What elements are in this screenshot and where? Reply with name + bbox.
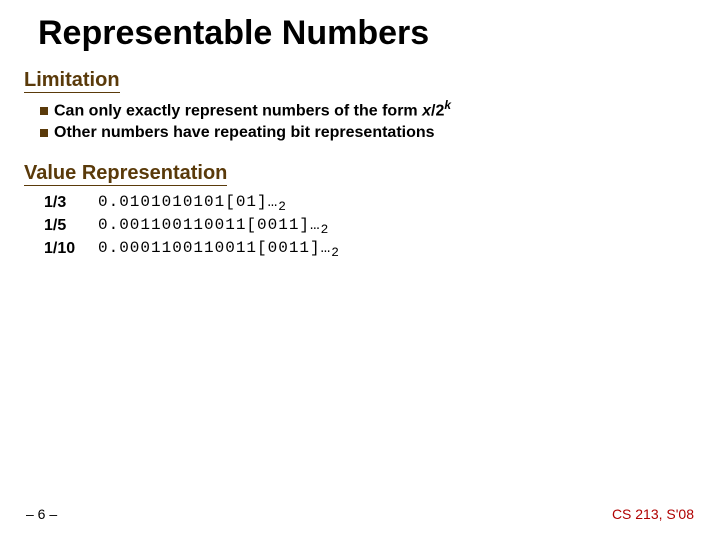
slide-title: Representable Numbers xyxy=(38,14,696,53)
bullet-text-part: Can only exactly represent numbers of th… xyxy=(54,102,422,119)
bullet-item: Other numbers have repeating bit represe… xyxy=(40,122,696,144)
rep-text: 0.0001100110011[0011]… xyxy=(98,239,331,257)
section-limitation: Limitation Can only exactly represent nu… xyxy=(24,63,696,144)
value-cell: 1/5 xyxy=(44,215,84,238)
table-row: 1/3 0.0101010101[01]…2 xyxy=(44,192,696,215)
bullet-exponent: k xyxy=(444,98,451,112)
bullet-icon xyxy=(40,107,48,115)
limitation-bullets: Can only exactly represent numbers of th… xyxy=(40,97,696,144)
rep-sub: 2 xyxy=(331,246,340,261)
rep-cell: 0.0001100110011[0011]…2 xyxy=(98,238,340,261)
slide: Representable Numbers Limitation Can onl… xyxy=(0,0,720,540)
table-row: 1/5 0.001100110011[0011]…2 xyxy=(44,215,696,238)
value-cell: 1/10 xyxy=(44,238,84,261)
table-row: 1/10 0.0001100110011[0011]…2 xyxy=(44,238,696,261)
section-heading-valuerep: Value Representation xyxy=(24,162,227,186)
bullet-var: x xyxy=(422,102,431,119)
rep-text: 0.0101010101[01]… xyxy=(98,193,278,211)
value-rep-table: 1/3 0.0101010101[01]…2 1/5 0.00110011001… xyxy=(44,192,696,262)
section-value-representation: Value Representation 1/3 0.0101010101[01… xyxy=(24,156,696,262)
bullet-text: Can only exactly represent numbers of th… xyxy=(54,97,451,122)
slide-number: – 6 – xyxy=(26,506,57,522)
course-tag: CS 213, S'08 xyxy=(612,506,694,522)
bullet-item: Can only exactly represent numbers of th… xyxy=(40,97,696,122)
bullet-text-part: /2 xyxy=(431,102,444,119)
rep-cell: 0.0101010101[01]…2 xyxy=(98,192,287,215)
bullet-icon xyxy=(40,129,48,137)
rep-cell: 0.001100110011[0011]…2 xyxy=(98,215,329,238)
rep-text: 0.001100110011[0011]… xyxy=(98,216,321,234)
rep-sub: 2 xyxy=(321,222,330,237)
section-heading-limitation: Limitation xyxy=(24,69,120,93)
bullet-text: Other numbers have repeating bit represe… xyxy=(54,122,435,144)
rep-sub: 2 xyxy=(278,199,287,214)
value-cell: 1/3 xyxy=(44,192,84,215)
